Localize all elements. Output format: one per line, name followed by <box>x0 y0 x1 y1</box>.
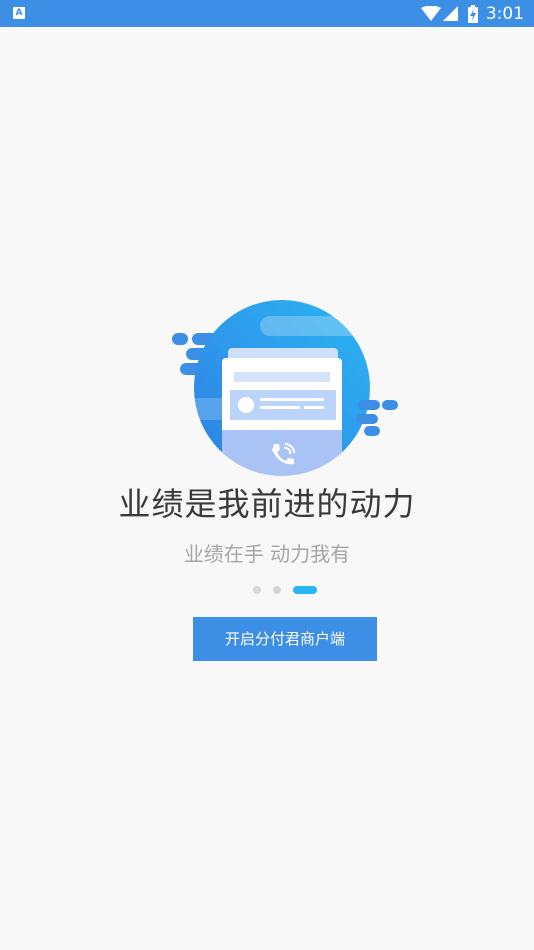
onboarding-subline: 业绩在手 动力我有 <box>183 542 351 566</box>
page-indicator <box>0 586 534 596</box>
status-icons: 3:01 <box>420 0 524 27</box>
battery-charging-icon <box>467 4 478 23</box>
wifi-icon <box>420 5 441 21</box>
cellular-signal-icon <box>442 5 458 21</box>
page-dot-3-active <box>293 586 317 594</box>
onboarding-illustration <box>168 300 404 480</box>
status-time: 3:01 <box>485 3 524 24</box>
onboarding-headline: 业绩是我前进的动力 <box>118 485 416 523</box>
status-bar: A 3:01 <box>0 0 534 27</box>
page-dot-1 <box>253 586 261 594</box>
notification-icon: A <box>13 7 25 19</box>
start-merchant-app-button[interactable]: 开启分付君商户端 <box>193 617 377 661</box>
page-dot-2 <box>273 586 281 594</box>
